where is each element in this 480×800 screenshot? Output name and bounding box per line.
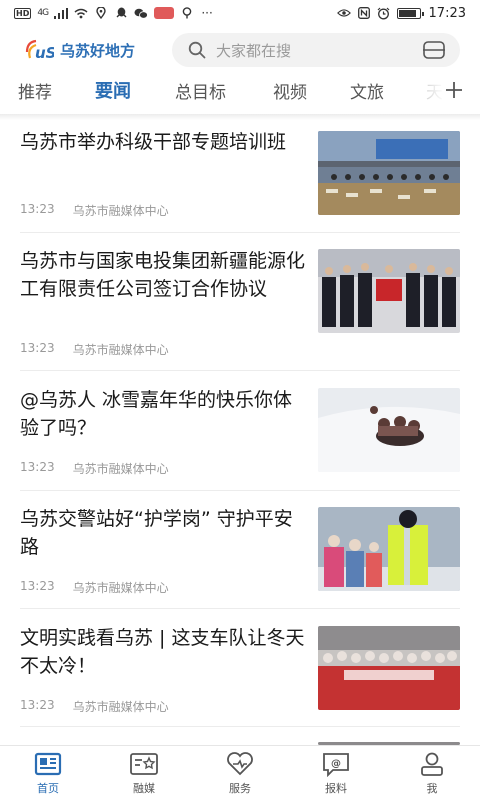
- nav-profile[interactable]: 我: [384, 746, 480, 800]
- signal-icon: [54, 7, 69, 19]
- nav-label: 报料: [325, 781, 347, 795]
- nav-report[interactable]: @ 报料: [288, 746, 384, 800]
- tab-video[interactable]: 视频: [273, 78, 307, 103]
- channel-tabs: 推荐 要闻 总目标 视频 文旅 天: [0, 74, 480, 110]
- news-source: 乌苏市融媒体中心: [72, 343, 169, 357]
- news-thumbnail: [318, 388, 460, 472]
- news-item[interactable]: 乌苏交警站好“护学岗” 守护平安路 13:23 乌苏市融媒体中心: [20, 505, 460, 605]
- logo-text: 乌苏好地方: [60, 41, 136, 60]
- news-thumbnail: [318, 507, 460, 591]
- news-meta: 13:23 乌苏市融媒体中心: [20, 341, 169, 358]
- tab-general-goal[interactable]: 总目标: [175, 78, 226, 103]
- news-time: 13:23: [20, 341, 55, 355]
- report-chat-icon: @: [321, 751, 351, 777]
- media-card-icon: [129, 751, 159, 777]
- news-time: 13:23: [20, 579, 55, 593]
- battery-level: [398, 9, 416, 17]
- svg-text:uS: uS: [35, 44, 54, 62]
- news-title: 文明实践看乌苏 | 这支车队让冬天不太冷！: [20, 627, 305, 677]
- nav-home[interactable]: 首页: [0, 746, 96, 800]
- app-notification-icon: [154, 7, 175, 19]
- search-placeholder: 大家都在搜: [216, 41, 292, 60]
- nav-label: 首页: [37, 781, 59, 795]
- location-pin-icon: [180, 7, 194, 19]
- tab-headlines[interactable]: 要闻: [95, 77, 131, 103]
- status-bar: HD 4G ··· 17:23: [0, 0, 480, 26]
- nfc-icon: [357, 7, 371, 19]
- status-right: 17:23: [336, 5, 466, 21]
- tab-recommend[interactable]: 推荐: [18, 78, 52, 103]
- news-time: 13:23: [20, 698, 55, 712]
- news-thumbnail: [318, 249, 460, 333]
- news-item[interactable]: 乌苏市与国家电投集团新疆能源化工有限责任公司签订合作协议 13:23 乌苏市融媒…: [20, 247, 460, 369]
- heart-service-icon: [225, 751, 255, 777]
- more-dots-icon: ···: [201, 6, 213, 20]
- alarm-icon: [377, 7, 391, 19]
- profile-icon: [417, 751, 447, 777]
- nav-media[interactable]: 融媒: [96, 746, 192, 800]
- divider: [20, 232, 460, 233]
- nav-label: 我: [426, 781, 438, 795]
- hd-badge: HD: [14, 7, 32, 19]
- home-news-icon: [33, 751, 63, 777]
- nav-label: 融媒: [133, 781, 155, 795]
- news-thumbnail: [318, 626, 460, 710]
- logo-mark-icon: uS: [24, 38, 56, 62]
- news-title: 乌苏市举办科级干部专题培训班: [20, 131, 287, 153]
- status-left: HD 4G ···: [14, 6, 214, 20]
- network-type: 4G: [37, 8, 49, 18]
- tabs-shadow: [0, 114, 480, 120]
- news-meta: 13:23 乌苏市融媒体中心: [20, 579, 169, 596]
- app-logo[interactable]: uS 乌苏好地方: [24, 38, 172, 62]
- scan-icon[interactable]: [422, 40, 446, 60]
- news-meta: 13:23 乌苏市融媒体中心: [20, 460, 169, 477]
- search-icon: [188, 41, 206, 59]
- news-item[interactable]: @乌苏人 冰雪嘉年华的快乐你体验了吗？ 13:23 乌苏市融媒体中心: [20, 386, 460, 486]
- news-title: 乌苏交警站好“护学岗” 守护平安路: [20, 508, 293, 558]
- news-source: 乌苏市融媒体中心: [72, 581, 169, 595]
- nav-service[interactable]: 服务: [192, 746, 288, 800]
- divider: [20, 370, 460, 371]
- app-header: uS 乌苏好地方 大家都在搜: [0, 26, 480, 74]
- news-source: 乌苏市融媒体中心: [72, 700, 169, 714]
- news-time: 13:23: [20, 202, 55, 216]
- svg-text:@: @: [331, 758, 341, 769]
- news-title: @乌苏人 冰雪嘉年华的快乐你体验了吗？: [20, 389, 293, 439]
- news-thumbnail: [318, 131, 460, 215]
- divider: [20, 726, 460, 727]
- search-bar[interactable]: 大家都在搜: [172, 33, 460, 67]
- divider: [20, 608, 460, 609]
- wifi-icon: [74, 7, 88, 19]
- wechat-icon: [134, 7, 148, 19]
- clock: 17:23: [428, 5, 466, 21]
- eye-icon: [336, 7, 351, 19]
- news-meta: 13:23 乌苏市融媒体中心: [20, 698, 169, 715]
- news-item[interactable]: 乌苏市举办科级干部专题培训班 13:23 乌苏市融媒体中心: [20, 128, 460, 232]
- bottom-navigation: 首页 融媒 服务 @ 报料 我: [0, 745, 480, 800]
- news-title: 乌苏市与国家电投集团新疆能源化工有限责任公司签订合作协议: [20, 250, 306, 300]
- qq-icon: [114, 7, 128, 19]
- nav-label: 服务: [229, 781, 251, 795]
- news-source: 乌苏市融媒体中心: [72, 204, 169, 218]
- tab-culture-travel[interactable]: 文旅: [350, 78, 384, 103]
- news-source: 乌苏市融媒体中心: [72, 462, 169, 476]
- add-channel-icon[interactable]: [442, 78, 466, 102]
- news-time: 13:23: [20, 460, 55, 474]
- news-item[interactable]: 文明实践看乌苏 | 这支车队让冬天不太冷！ 13:23 乌苏市融媒体中心: [20, 624, 460, 724]
- tabs-fade: [414, 74, 444, 110]
- divider: [20, 490, 460, 491]
- battery-icon: [396, 7, 424, 19]
- news-meta: 13:23 乌苏市融媒体中心: [20, 202, 169, 219]
- location-icon: [94, 7, 108, 19]
